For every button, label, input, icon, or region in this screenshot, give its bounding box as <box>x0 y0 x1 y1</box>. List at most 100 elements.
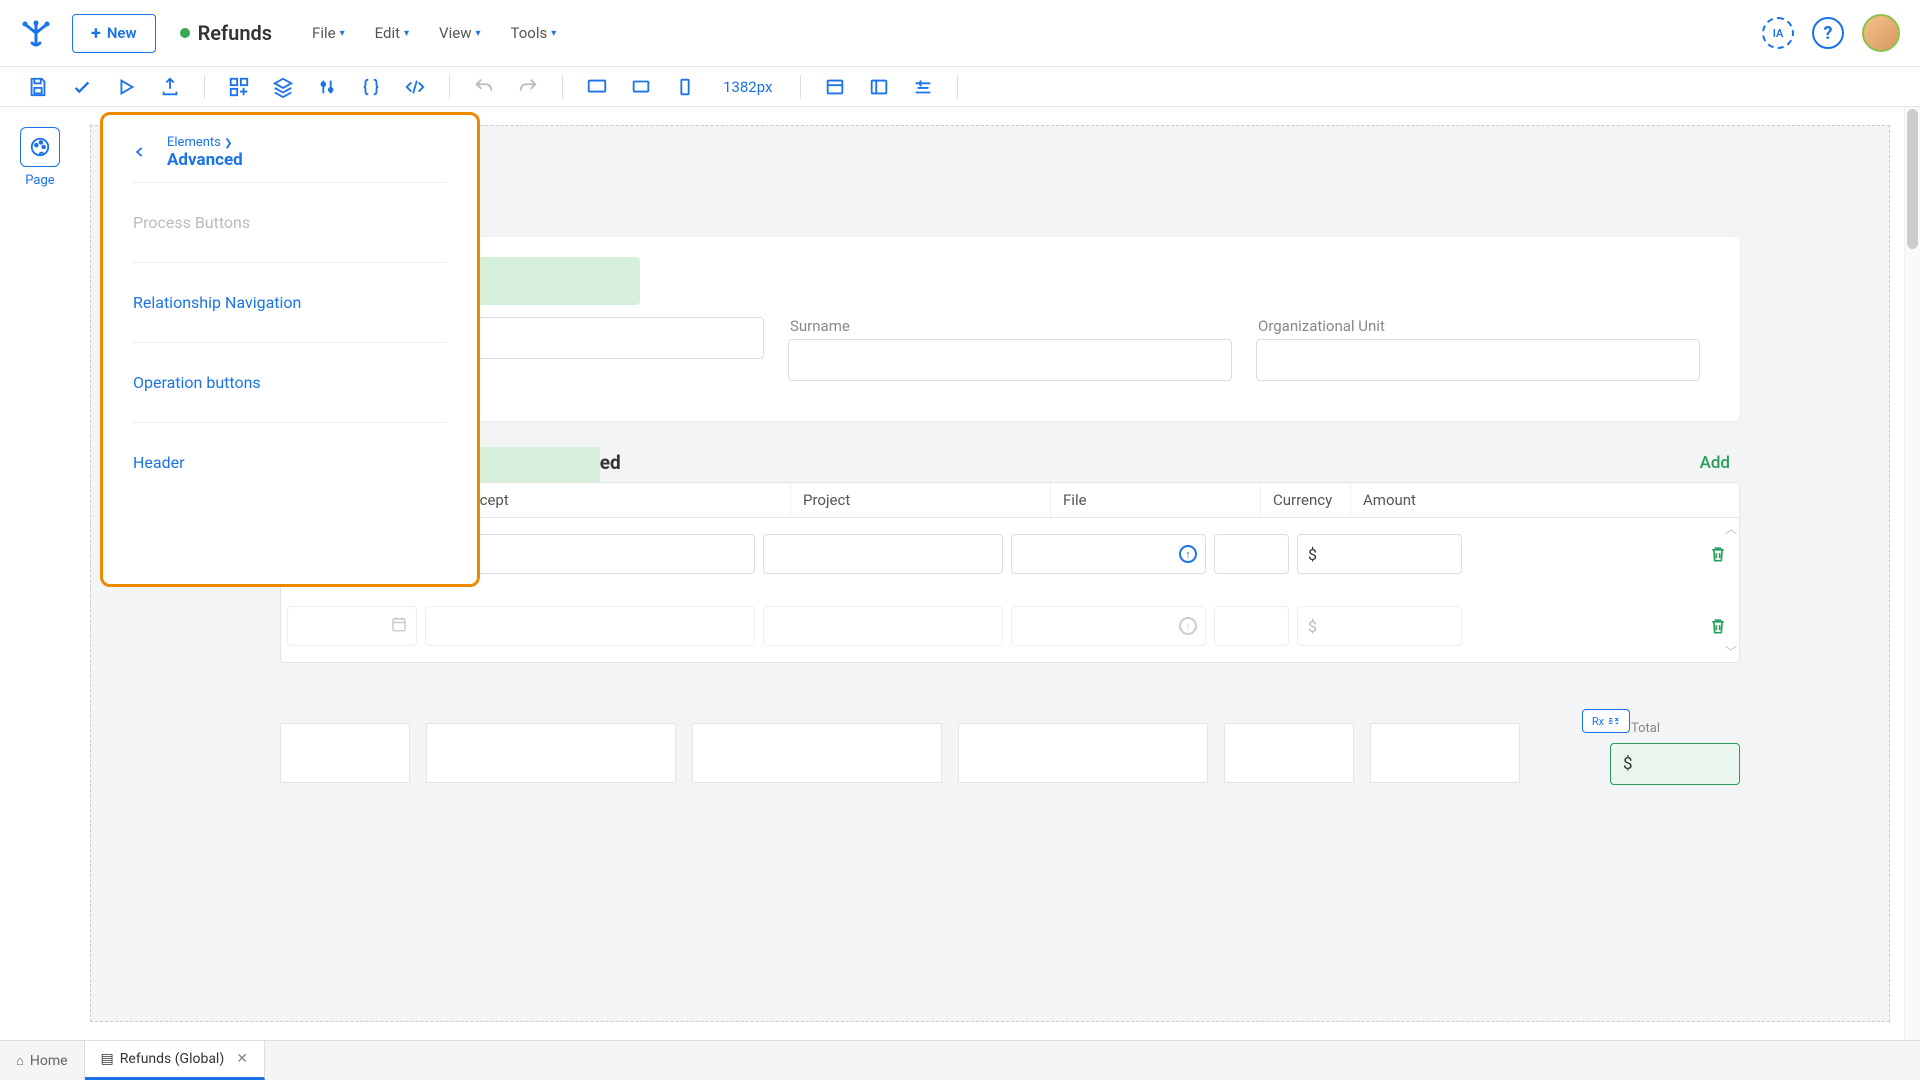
code-icon[interactable] <box>397 69 433 105</box>
chevron-right-icon: ❯ <box>224 138 232 149</box>
panel-top-icon[interactable] <box>817 69 853 105</box>
surname-input[interactable] <box>788 339 1232 381</box>
field-row: Surname Organizational Unit <box>320 317 1700 381</box>
tab-refunds[interactable]: ▤ Refunds (Global) ✕ <box>85 1041 265 1080</box>
tablet-landscape-icon[interactable] <box>623 69 659 105</box>
add-row-link[interactable]: Add <box>1700 453 1730 473</box>
summary-cell[interactable] <box>426 723 676 783</box>
bottom-tabs: ⌂ Home ▤ Refunds (Global) ✕ <box>0 1040 1920 1080</box>
amount-input[interactable]: $ <box>1297 534 1462 574</box>
braces-icon[interactable] <box>353 69 389 105</box>
file-input[interactable]: ↑ <box>1011 534 1206 574</box>
tab-home[interactable]: ⌂ Home <box>0 1041 85 1080</box>
back-icon[interactable] <box>133 143 147 164</box>
amount-input[interactable]: $ <box>1297 606 1462 646</box>
menu-view-label: View <box>439 24 471 42</box>
panel-item-operation-buttons[interactable]: Operation buttons <box>133 343 447 423</box>
calendar-icon[interactable] <box>390 615 408 637</box>
new-button-label: New <box>107 24 137 42</box>
orgunit-input[interactable] <box>1256 339 1700 381</box>
desktop-icon[interactable] <box>579 69 615 105</box>
concept-input[interactable] <box>425 606 755 646</box>
status-dot-icon <box>180 28 190 38</box>
upload-icon[interactable]: ↑ <box>1179 617 1197 635</box>
rx-badge[interactable]: Rx <box>1582 709 1630 733</box>
play-icon[interactable] <box>108 69 144 105</box>
close-tab-icon[interactable]: ✕ <box>236 1051 248 1067</box>
delete-row-button[interactable] <box>1703 616 1733 636</box>
panel-item-process-buttons: Process Buttons <box>133 183 447 263</box>
undo-icon[interactable] <box>466 69 502 105</box>
menu-tools[interactable]: Tools▾ <box>511 24 557 42</box>
date-input[interactable] <box>287 606 417 646</box>
separator <box>449 75 450 99</box>
chevron-down-icon: ▾ <box>340 28 345 39</box>
new-button[interactable]: + New <box>72 14 156 53</box>
page-rail-label: Page <box>25 173 54 188</box>
summary-cell[interactable] <box>280 723 410 783</box>
col-file: File <box>1051 483 1261 517</box>
expand-icon[interactable]: ﹀ <box>1725 643 1737 660</box>
document-title-wrap: Refunds <box>180 21 272 45</box>
surname-label: Surname <box>788 317 1232 335</box>
menu-tools-label: Tools <box>511 24 548 42</box>
check-icon[interactable] <box>64 69 100 105</box>
menubar: + New Refunds File▾ Edit▾ View▾ Tools▾ I… <box>0 0 1920 67</box>
rx-badge-label: Rx <box>1592 715 1604 728</box>
ia-badge[interactable]: IA <box>1762 17 1794 49</box>
collapse-icon[interactable]: ︿ <box>1725 520 1737 537</box>
project-input[interactable] <box>763 534 1003 574</box>
panel-title-group: Elements ❯ Advanced <box>167 135 243 170</box>
upload-icon[interactable]: ↑ <box>1179 545 1197 563</box>
summary-cell[interactable] <box>692 723 942 783</box>
plus-icon: + <box>91 23 101 44</box>
delete-row-button[interactable] <box>1703 544 1733 564</box>
page-styles-button[interactable] <box>20 127 60 167</box>
settings-icon[interactable] <box>309 69 345 105</box>
menu-edit-label: Edit <box>375 24 400 42</box>
panel-title: Advanced <box>167 150 243 170</box>
currency-input[interactable] <box>1214 606 1289 646</box>
currency-input[interactable] <box>1214 534 1289 574</box>
total-value: $ <box>1623 754 1633 774</box>
col-concept: Concept <box>441 483 791 517</box>
project-input[interactable] <box>763 606 1003 646</box>
summary-row: Rx Total $ <box>280 723 1740 783</box>
summary-cell[interactable] <box>1370 723 1520 783</box>
table-row: ↑ $ <box>281 518 1739 590</box>
separator <box>800 75 801 99</box>
total-amount-box[interactable]: $ <box>1610 743 1740 785</box>
help-icon[interactable]: ? <box>1812 17 1844 49</box>
widgets-icon[interactable] <box>221 69 257 105</box>
redo-icon[interactable] <box>510 69 546 105</box>
file-input[interactable]: ↑ <box>1011 606 1206 646</box>
table-row-ghost: ↑ $ <box>281 590 1739 662</box>
panel-item-header[interactable]: Header <box>133 423 447 502</box>
chevron-down-icon: ▾ <box>475 28 480 39</box>
summary-cell[interactable] <box>958 723 1208 783</box>
export-icon[interactable] <box>152 69 188 105</box>
field-surname: Surname <box>788 317 1232 381</box>
panel-side-icon[interactable] <box>861 69 897 105</box>
save-icon[interactable] <box>20 69 56 105</box>
panel-breadcrumb[interactable]: Elements ❯ <box>167 135 243 150</box>
user-avatar[interactable] <box>1862 14 1900 52</box>
help-icon-label: ? <box>1824 23 1833 44</box>
mobile-icon[interactable] <box>667 69 703 105</box>
vertical-scrollbar[interactable] <box>1904 107 1920 1040</box>
separator <box>204 75 205 99</box>
tab-refunds-label: Refunds (Global) <box>120 1051 224 1067</box>
viewport-width-label[interactable]: 1382px <box>711 78 784 96</box>
elements-panel: Elements ❯ Advanced Process Buttons Rela… <box>100 112 480 587</box>
align-icon[interactable] <box>905 69 941 105</box>
panel-item-relationship-navigation[interactable]: Relationship Navigation <box>133 263 447 343</box>
home-icon: ⌂ <box>16 1053 24 1069</box>
form-section-header: Surname Organizational Unit <box>280 237 1740 421</box>
menu-view[interactable]: View ▾ <box>439 24 480 42</box>
layers-icon[interactable] <box>265 69 301 105</box>
menu-edit[interactable]: Edit▾ <box>375 24 409 42</box>
orgunit-label: Organizational Unit <box>1256 317 1700 335</box>
summary-cell[interactable] <box>1224 723 1354 783</box>
menu-file[interactable]: File▾ <box>312 24 345 42</box>
scrollbar-thumb[interactable] <box>1907 109 1918 249</box>
